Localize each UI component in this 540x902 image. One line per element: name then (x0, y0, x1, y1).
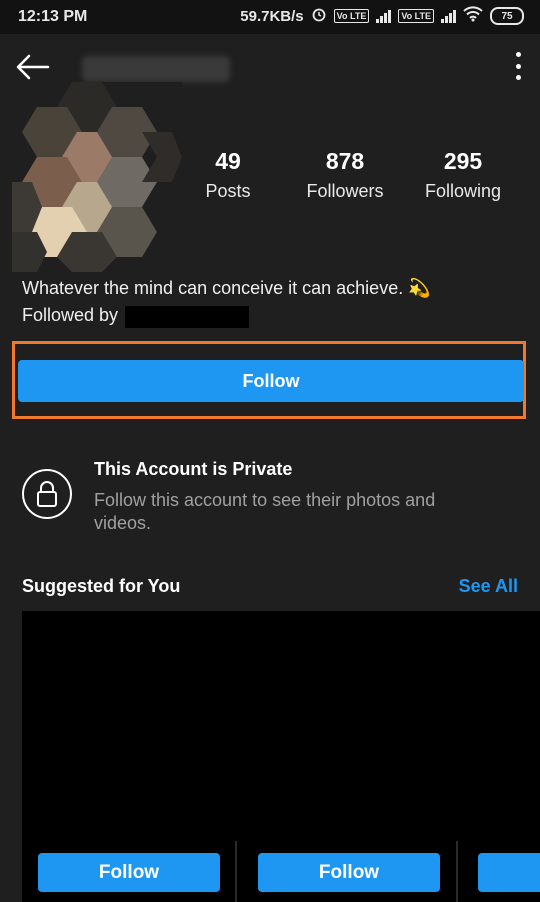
status-time: 12:13 PM (18, 8, 88, 25)
see-all-link[interactable]: See All (459, 576, 518, 597)
profile-bio: Whatever the mind can conceive it can ac… (22, 278, 431, 298)
card-divider (456, 841, 458, 902)
sim1-badge: Vo LTE (333, 9, 370, 23)
suggested-follow-button[interactable]: Follow (38, 853, 220, 892)
followers-count: 878 (325, 148, 365, 174)
signal-icon (376, 9, 392, 23)
arrow-left-icon[interactable] (14, 52, 50, 82)
card-divider (235, 841, 237, 902)
status-bar: 12:13 PM 59.7KB/s Vo LTE Vo LTE 75 (0, 0, 540, 34)
more-vertical-icon[interactable] (510, 52, 526, 80)
wifi-icon (463, 6, 483, 26)
suggested-title: Suggested for You (22, 576, 181, 596)
follow-button[interactable]: Follow (18, 360, 524, 402)
stat-followers[interactable]: 878 Followers (285, 148, 405, 202)
followers-label: Followers (306, 181, 384, 201)
signal-icon (441, 9, 456, 23)
followed-by-text[interactable]: Followed by (22, 305, 118, 326)
private-title: This Account is Private (94, 459, 293, 479)
avatar[interactable] (12, 82, 182, 272)
username-redacted (82, 56, 230, 82)
posts-count: 49 (215, 148, 241, 174)
sim2-badge: Vo LTE (398, 9, 434, 23)
alarm-icon (311, 6, 327, 26)
following-label: Following (424, 181, 502, 201)
stat-following[interactable]: 295 Following (403, 148, 523, 202)
suggested-follow-button[interactable]: Follow (258, 853, 440, 892)
stat-posts[interactable]: 49 Posts (168, 148, 288, 202)
network-speed: 59.7KB/s (240, 7, 304, 25)
suggested-follow-button-partial[interactable] (478, 853, 540, 892)
status-icons: 59.7KB/s Vo LTE Vo LTE 75 (240, 6, 524, 26)
suggested-carousel[interactable]: Follow Follow (22, 611, 540, 902)
followed-by-redacted (125, 306, 249, 328)
battery-icon: 75 (490, 7, 524, 25)
posts-label: Posts (205, 181, 251, 201)
following-count: 295 (443, 148, 483, 174)
lock-icon (22, 469, 72, 519)
private-text: Follow this account to see their photos … (94, 490, 436, 533)
